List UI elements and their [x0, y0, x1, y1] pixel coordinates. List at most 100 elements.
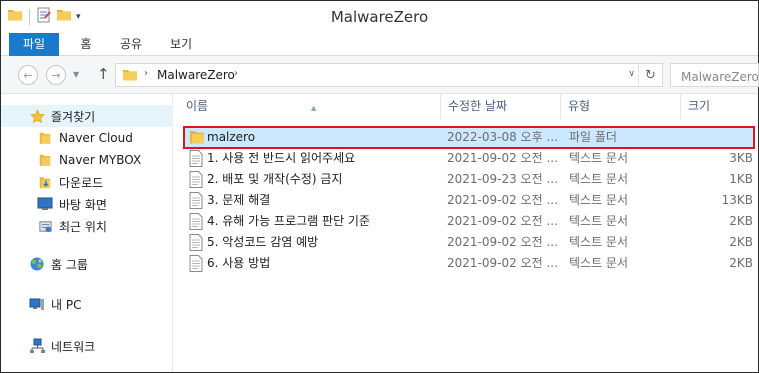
sidebar-item-naver-cloud[interactable]: Naver Cloud [1, 127, 173, 149]
file-date: 2021-09-02 오전 ... [447, 151, 558, 165]
file-list: 이름 ▲ 수정한 날짜 유형 크기 malzero 2022-03-08 오후 … [173, 94, 758, 372]
table-row[interactable]: 5. 악성코드 감염 예방 2021-09-02 오전 ... 텍스트 문서 2… [183, 232, 755, 253]
breadcrumb-item[interactable]: MalwareZero [157, 68, 235, 82]
text-file-icon [189, 213, 205, 230]
file-size: 3KB [729, 151, 753, 165]
file-date: 2022-03-08 오후 ... [447, 130, 558, 144]
desktop-icon [37, 196, 53, 212]
text-file-icon [189, 234, 205, 251]
table-row[interactable]: malzero 2022-03-08 오후 ... 파일 폴더 [183, 127, 755, 148]
file-date: 2021-09-02 오전 ... [447, 214, 558, 228]
column-header-label: 수정한 날짜 [448, 99, 508, 113]
search-box[interactable]: MalwareZero 검색 [670, 63, 759, 87]
file-type: 텍스트 문서 [569, 214, 629, 228]
file-size: 1KB [729, 172, 753, 186]
column-header-type[interactable]: 유형 [561, 94, 681, 119]
file-size: 2KB [729, 235, 753, 249]
tab-home[interactable]: 홈 [73, 33, 99, 56]
sidebar-item-this-pc[interactable]: 내 PC [1, 293, 173, 315]
file-date: 2021-09-02 오전 ... [447, 235, 558, 249]
computer-icon [29, 296, 45, 312]
file-name: 2. 배포 및 개작(수정) 금지 [207, 172, 343, 186]
file-type: 텍스트 문서 [569, 256, 629, 270]
table-row[interactable]: 1. 사용 전 반드시 읽어주세요 2021-09-02 오전 ... 텍스트 … [183, 148, 755, 169]
text-file-icon [189, 255, 205, 272]
arrow-left-icon: ← [23, 68, 33, 82]
sidebar-item-label: 바탕 화면 [59, 197, 107, 212]
file-type: 텍스트 문서 [569, 193, 629, 207]
file-type: 텍스트 문서 [569, 151, 629, 165]
file-size: 2KB [729, 256, 753, 270]
file-type: 텍스트 문서 [569, 172, 629, 186]
text-file-icon [189, 171, 205, 188]
column-header-label: 이름 [186, 99, 209, 113]
text-file-icon [189, 150, 205, 167]
file-date: 2021-09-23 오전 ... [447, 172, 558, 186]
file-name: 5. 악성코드 감염 예방 [207, 235, 319, 249]
network-icon [29, 338, 45, 354]
sidebar-item-label: 내 PC [51, 297, 82, 312]
downloads-folder-icon [37, 174, 53, 190]
tab-view[interactable]: 보기 [163, 33, 199, 56]
table-row[interactable]: 4. 유해 가능 프로그램 판단 기준 2021-09-02 오전 ... 텍스… [183, 211, 755, 232]
file-name: 6. 사용 방법 [207, 256, 271, 270]
explorer-window: ▾ MalwareZero 파일 홈 공유 보기 ← → ▼ ↑ › Malwa… [0, 0, 759, 373]
ribbon-tabs: 파일 홈 공유 보기 [1, 33, 758, 56]
file-type: 텍스트 문서 [569, 235, 629, 249]
sidebar-item-recent-places[interactable]: 최근 위치 [1, 215, 173, 237]
folder-icon [37, 130, 53, 146]
column-header-date[interactable]: 수정한 날짜 [441, 94, 561, 119]
search-placeholder: MalwareZero 검색 [681, 70, 759, 84]
refresh-icon[interactable]: ↻ [638, 64, 662, 86]
navigation-pane: 즐겨찾기 Naver Cloud Naver MYBOX 다운로드 바탕 화면 [1, 94, 173, 372]
sidebar-item-label: Naver Cloud [59, 131, 133, 145]
title-bar: ▾ MalwareZero [1, 1, 758, 33]
sidebar-item-label: 최근 위치 [59, 219, 107, 234]
column-header-label: 크기 [688, 99, 711, 113]
sidebar-item-favorites[interactable]: 즐겨찾기 [1, 105, 173, 127]
navigation-bar: ← → ▼ ↑ › MalwareZero › ∨ ↻ MalwareZero … [1, 56, 759, 94]
file-name: 3. 문제 해결 [207, 193, 271, 207]
sidebar-item-naver-mybox[interactable]: Naver MYBOX [1, 149, 173, 171]
breadcrumb-chevron-icon[interactable]: › [234, 68, 238, 79]
file-size [683, 127, 753, 148]
window-title: MalwareZero [330, 8, 429, 26]
file-size: 2KB [729, 214, 753, 228]
breadcrumb-chevron-icon[interactable]: › [144, 68, 148, 79]
folder-icon [122, 67, 138, 86]
text-file-icon [189, 192, 205, 209]
star-icon [29, 108, 45, 124]
homegroup-icon [29, 256, 45, 272]
file-type: 파일 폴더 [569, 130, 617, 144]
sidebar-item-desktop[interactable]: 바탕 화면 [1, 193, 173, 215]
address-bar[interactable]: › MalwareZero › ∨ ↻ [115, 63, 663, 87]
file-name: 1. 사용 전 반드시 읽어주세요 [207, 151, 356, 165]
folder-icon [37, 152, 53, 168]
column-header-name[interactable]: 이름 ▲ [179, 94, 441, 119]
up-arrow-icon[interactable]: ↑ [97, 65, 110, 83]
column-header-size[interactable]: 크기 [681, 94, 758, 119]
tab-share[interactable]: 공유 [113, 33, 149, 56]
recent-locations-dropdown-icon[interactable]: ▼ [73, 70, 79, 79]
file-name: 4. 유해 가능 프로그램 판단 기준 [207, 214, 371, 228]
back-button[interactable]: ← [18, 65, 38, 85]
sort-ascending-icon: ▲ [311, 104, 317, 112]
recent-places-icon [37, 218, 53, 234]
arrow-right-icon: → [51, 68, 61, 82]
file-name: malzero [207, 130, 256, 144]
sidebar-item-network[interactable]: 네트워크 [1, 335, 173, 357]
table-row[interactable]: 3. 문제 해결 2021-09-02 오전 ... 텍스트 문서 13KB [183, 190, 755, 211]
table-row[interactable]: 6. 사용 방법 2021-09-02 오전 ... 텍스트 문서 2KB [183, 253, 755, 274]
column-header-label: 유형 [568, 99, 591, 113]
tab-file[interactable]: 파일 [9, 33, 59, 56]
sidebar-item-label: 즐겨찾기 [51, 109, 96, 124]
file-date: 2021-09-02 오전 ... [447, 193, 558, 207]
table-row[interactable]: 2. 배포 및 개작(수정) 금지 2021-09-23 오전 ... 텍스트 … [183, 169, 755, 190]
address-history-dropdown-icon[interactable]: ∨ [628, 69, 635, 79]
forward-button[interactable]: → [46, 65, 66, 85]
sidebar-item-label: 홈 그룹 [51, 257, 88, 272]
sidebar-item-label: Naver MYBOX [59, 153, 142, 167]
sidebar-item-homegroup[interactable]: 홈 그룹 [1, 253, 173, 275]
sidebar-item-downloads[interactable]: 다운로드 [1, 171, 173, 193]
folder-icon [189, 129, 205, 146]
